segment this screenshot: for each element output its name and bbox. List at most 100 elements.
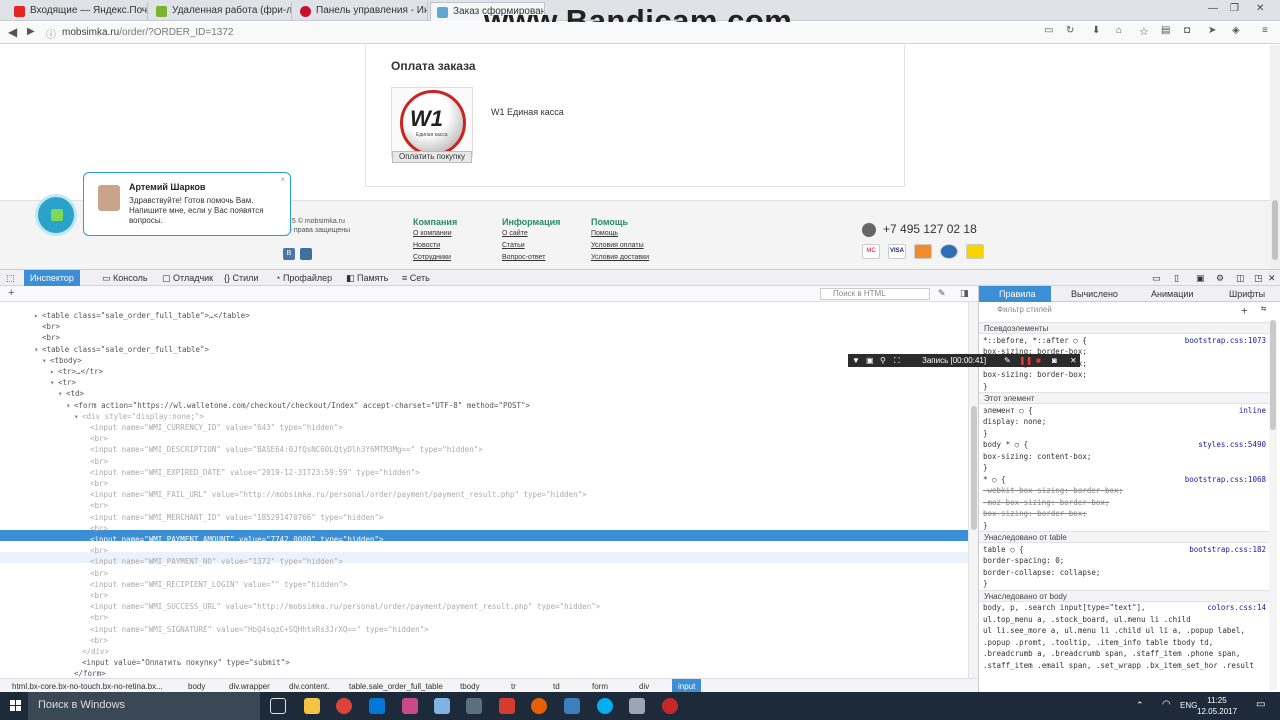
css-rule-line[interactable]: -moz-box-sizing: border-box; [983, 497, 1109, 508]
breadcrumb-item[interactable]: html.bx-core.bx-no-touch.bx-no-retina.bx… [12, 682, 163, 691]
pocket-icon[interactable]: ◘ [1184, 25, 1190, 36]
app-icon[interactable] [466, 698, 482, 714]
breadcrumb-item-active[interactable]: input [672, 679, 702, 692]
markup-line[interactable]: <tr>…</tr> [58, 366, 103, 377]
css-rule-line[interactable]: } [983, 578, 988, 589]
css-source-link[interactable]: colors.css:14 [1207, 602, 1266, 613]
expand-twisty-icon[interactable]: ▾ [42, 355, 47, 366]
reader-icon[interactable]: ▭ [1044, 25, 1053, 36]
chevron-down-icon[interactable]: ▼ [852, 356, 860, 365]
restore-icon[interactable]: ❐ [1230, 3, 1239, 14]
split-console-icon[interactable]: ▯ [1174, 273, 1179, 284]
markup-line[interactable]: <input name="WMI_SIGNATURE" value="HbQ4s… [90, 624, 429, 635]
markup-line[interactable]: <input name="WMI_FAIL_URL" value="http:/… [90, 489, 587, 500]
css-rule-line[interactable]: .staff_item .email span, .set_wrapp .bx_… [983, 660, 1254, 671]
zoom-icon[interactable]: ⚲ [880, 356, 886, 365]
tab-debugger[interactable]: ▢ Отладчик [162, 273, 213, 284]
pay-button[interactable]: Оплатить покупку [392, 151, 472, 163]
markup-line[interactable]: <input name="WMI_PAYMENT_NO" value="1372… [90, 556, 343, 567]
breadcrumb-item[interactable]: tr [511, 682, 516, 691]
css-rule-line[interactable]: box-sizing: content-box; [983, 451, 1091, 462]
language-indicator[interactable]: ENG [1180, 701, 1197, 710]
back-icon[interactable]: ◀ [8, 25, 17, 39]
css-rule-line[interactable]: } [983, 520, 988, 531]
markup-line-selected[interactable]: <input name="WMI_PAYMENT_AMOUNT" value="… [90, 534, 384, 545]
markup-line[interactable]: <br> [90, 456, 108, 467]
markup-line[interactable]: <td> [66, 388, 84, 399]
footer-link[interactable]: О сайте [502, 230, 528, 237]
markup-line[interactable]: <form action="https://wl.walletone.com/c… [74, 400, 530, 411]
css-rule-line[interactable]: } [983, 381, 988, 392]
markup-line[interactable]: <input name="WMI_DESCRIPTION" value="BAS… [90, 444, 483, 455]
markup-line[interactable]: <br> [90, 523, 108, 534]
task-view-icon[interactable] [270, 698, 286, 714]
css-rule-line[interactable]: body, p, .search input[type="text"], [983, 602, 1146, 613]
skype-icon[interactable] [597, 698, 613, 714]
pseudo-class-icon[interactable]: ⇆ [1261, 304, 1266, 314]
tab-inspector[interactable]: Инспектор [24, 270, 80, 286]
css-rule-line[interactable]: } [983, 462, 988, 473]
file-explorer-icon[interactable] [304, 698, 320, 714]
collapse-twisty-icon[interactable]: ▸ [50, 366, 55, 377]
css-rule-line[interactable]: box-sizing: border-box; [983, 508, 1087, 519]
footer-link[interactable]: Статьи [502, 242, 525, 249]
css-rule-line[interactable]: элемент ○ { [983, 405, 1033, 416]
app-icon[interactable] [434, 698, 450, 714]
markup-line[interactable]: <input name="WMI_CURRENCY_ID" value="643… [90, 422, 343, 433]
markup-line[interactable]: <br> [90, 500, 108, 511]
css-source-link[interactable]: bootstrap.css:1068 [1185, 474, 1266, 485]
clock[interactable]: 11:25 12.05.2017 [1197, 695, 1237, 717]
close-icon[interactable]: ✕ [1070, 356, 1077, 365]
css-rule-line[interactable]: .popup .promt, .tooltip, .item_info tabl… [983, 637, 1213, 648]
markup-line[interactable]: <br> [42, 321, 60, 332]
dock-side-icon[interactable]: ◫ [1236, 273, 1245, 284]
markup-line[interactable]: <tr> [58, 377, 76, 388]
scrollbar-thumb[interactable] [971, 406, 977, 530]
tab-profiler[interactable]: ◔ Профайлер [275, 273, 332, 283]
markup-line[interactable]: <br> [90, 635, 108, 646]
breadcrumb-item[interactable]: td [553, 682, 560, 691]
tab-computed[interactable]: Вычислено [1071, 289, 1118, 299]
markup-line[interactable]: <div style="display:none;"> [82, 411, 204, 422]
css-rule-line[interactable]: .breadcrumb a, .breadcrumb span, .staff_… [983, 648, 1240, 659]
dock-icon[interactable]: ▭ [1152, 273, 1161, 284]
expand-twisty-icon[interactable]: ▾ [34, 344, 39, 355]
footer-link[interactable]: Условия оплаты [591, 242, 644, 249]
tab-memory[interactable]: ◧ Память [346, 273, 388, 284]
breadcrumb-item[interactable]: tbody [460, 682, 480, 691]
markup-line[interactable]: <br> [90, 433, 108, 444]
expand-twisty-icon[interactable]: ▾ [74, 411, 79, 422]
chat-widget-button[interactable] [35, 194, 77, 236]
html-search-input[interactable]: Поиск в HTML [820, 288, 930, 300]
window-icon[interactable]: ▣ [866, 356, 874, 365]
breadcrumb-item[interactable]: div.content. [289, 682, 329, 691]
breadcrumb-item[interactable]: form [592, 682, 608, 691]
tab-network[interactable]: ≡ Сеть [402, 273, 430, 283]
responsive-icon[interactable]: ▣ [1196, 273, 1205, 284]
app-icon[interactable] [629, 698, 645, 714]
css-source-link[interactable]: bootstrap.css:1073 [1185, 335, 1266, 346]
markup-line[interactable]: <input name="WMI_EXPIRED_DATE" value="20… [90, 467, 420, 478]
tab-rules[interactable]: Правила [979, 286, 1051, 302]
css-rule-line[interactable]: ul.top_menu a, .stock_board, ul.menu li … [983, 614, 1191, 625]
markup-line[interactable]: <br> [90, 612, 108, 623]
notifications-icon[interactable]: ▭ [1256, 699, 1265, 710]
tab-yandex-mail[interactable]: Входящие — Яндекс.Почта [8, 2, 148, 21]
pick-element-icon[interactable]: ⬚ [6, 273, 15, 284]
reload-icon[interactable]: ↻ [1066, 25, 1074, 36]
footer-link[interactable]: Сотрудники [413, 254, 451, 261]
toggle-sidebar-icon[interactable]: ◨ [960, 288, 969, 299]
bandicam-icon[interactable] [662, 698, 678, 714]
css-rule-line[interactable]: border-spacing: 0; [983, 555, 1064, 566]
pencil-icon[interactable]: ✎ [1004, 356, 1011, 365]
bookmark-star-icon[interactable]: ☆ [1139, 25, 1149, 38]
settings-gear-icon[interactable]: ⚙ [1216, 273, 1224, 284]
taskbar-search[interactable]: Поиск в Windows [28, 692, 260, 720]
scrollbar-thumb[interactable] [1272, 200, 1278, 260]
add-node-icon[interactable]: + [8, 287, 14, 299]
filezilla-icon[interactable] [499, 698, 515, 714]
markup-view[interactable]: <table class="sale_order_full_table">…</… [0, 302, 968, 678]
page-scrollbar[interactable] [1270, 45, 1280, 269]
chrome-icon[interactable] [336, 698, 352, 714]
rules-scrollbar[interactable] [1269, 320, 1277, 690]
